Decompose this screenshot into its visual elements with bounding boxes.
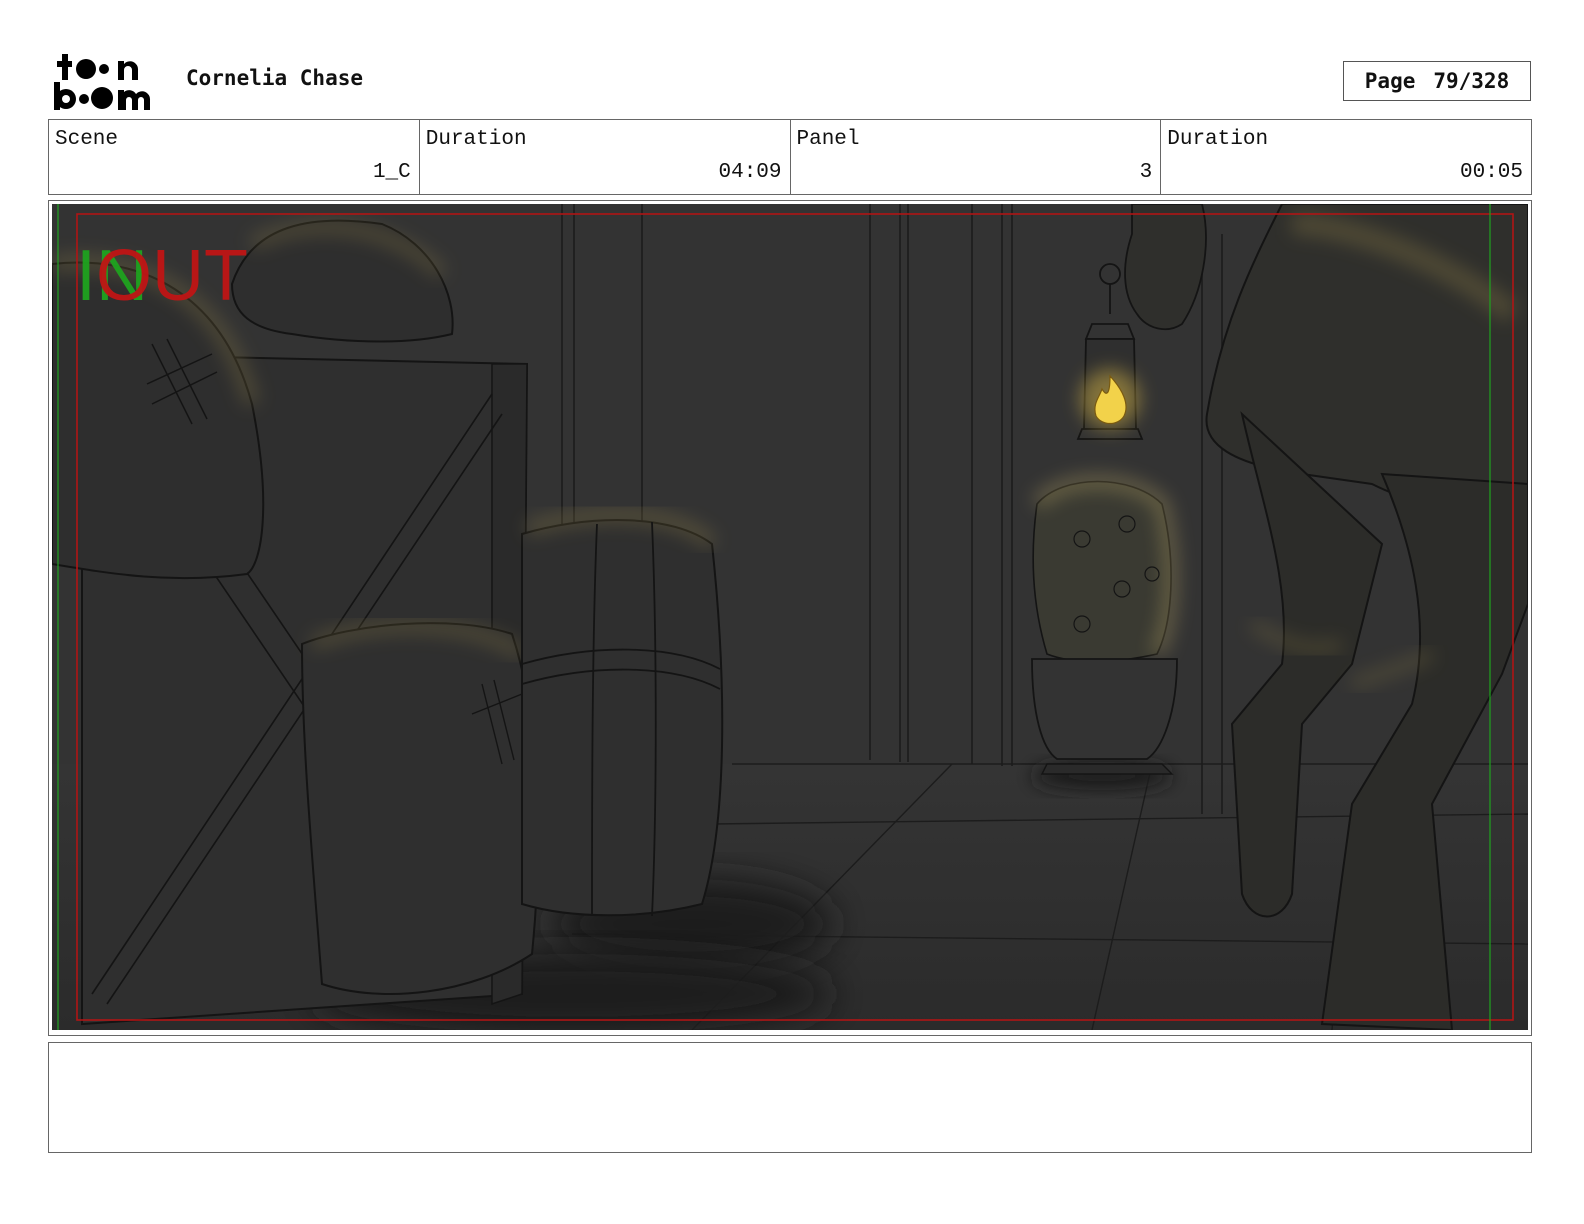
- panel-label: Panel: [796, 128, 860, 151]
- scene-duration-cell: Duration 04:09: [420, 120, 791, 194]
- storyboard-drawing: IN OUT: [52, 204, 1528, 1030]
- page-value: 79/328: [1433, 69, 1510, 93]
- project-title: Cornelia Chase: [186, 66, 364, 90]
- panel-value: 3: [1139, 161, 1153, 184]
- panel-duration-label: Duration: [1167, 128, 1269, 151]
- panel-cell: Panel 3: [791, 120, 1162, 194]
- toon-boom-logo: [54, 54, 151, 110]
- scene-value: 1_C: [372, 161, 411, 184]
- panel-duration-cell: Duration 00:05: [1161, 120, 1531, 194]
- panel-duration-value: 00:05: [1459, 161, 1523, 184]
- page-counter: Page 79/328: [1343, 61, 1531, 101]
- scene-duration-value: 04:09: [718, 161, 782, 184]
- scene-cell: Scene 1_C: [49, 120, 420, 194]
- scene-info-row: Scene 1_C Duration 04:09 Panel 3 Duratio…: [48, 119, 1532, 195]
- out-marker: OUT: [96, 236, 248, 316]
- panel-notes-box: [48, 1042, 1532, 1153]
- scene-label: Scene: [55, 128, 119, 151]
- scene-duration-label: Duration: [425, 128, 527, 151]
- page-label: Page: [1364, 69, 1416, 93]
- storyboard-panel-frame: IN OUT: [48, 200, 1532, 1036]
